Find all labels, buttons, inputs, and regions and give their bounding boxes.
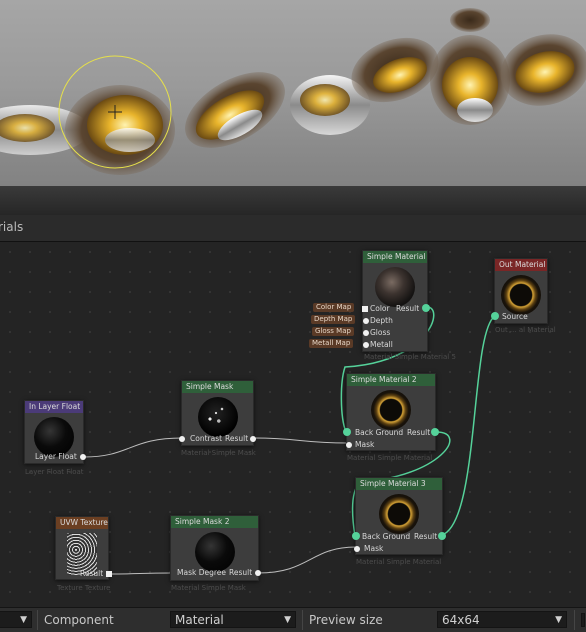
output-port-result[interactable] bbox=[431, 428, 439, 436]
chevron-down-icon: ▼ bbox=[20, 615, 27, 625]
toolbar-divider bbox=[302, 610, 303, 630]
node-simple-material[interactable]: Simple Material Color Result Depth Gloss… bbox=[362, 250, 430, 352]
input-port-background[interactable] bbox=[352, 532, 360, 540]
materials-panel-header[interactable]: rials bbox=[0, 215, 586, 242]
preview-size-label: Preview size bbox=[309, 613, 383, 627]
map-tag-depth[interactable]: Depth Map bbox=[311, 315, 356, 324]
wire-material3-to-out bbox=[441, 315, 496, 536]
port-label-result: Result bbox=[396, 304, 420, 313]
wire-mask-to-material2 bbox=[252, 437, 349, 444]
node-caption: Material Simple Mask bbox=[181, 449, 256, 457]
output-port-result[interactable] bbox=[106, 571, 112, 577]
node-graph-canvas[interactable]: Color Map Depth Map Gloss Map Metall Map… bbox=[0, 242, 586, 607]
output-port-result[interactable] bbox=[422, 304, 430, 312]
port-label-source: Source bbox=[502, 312, 528, 321]
chevron-down-icon: ▼ bbox=[555, 615, 562, 625]
viewport-divider bbox=[0, 186, 586, 215]
chevron-down-icon: ▼ bbox=[284, 615, 291, 625]
map-tag-color[interactable]: Color Map bbox=[313, 303, 355, 312]
node-caption: Material Simple Material bbox=[356, 558, 442, 566]
output-port-layer-float[interactable] bbox=[80, 454, 86, 460]
node-out-material[interactable]: Out Material Source bbox=[491, 258, 548, 324]
node-simple-mask-2[interactable]: Simple Mask 2 Mask Degree Result bbox=[170, 515, 261, 581]
component-label: Component bbox=[44, 613, 114, 627]
output-port-result[interactable] bbox=[250, 436, 256, 442]
panel-title: rials bbox=[0, 220, 24, 234]
map-tag-metall[interactable]: Metall Map bbox=[309, 339, 354, 348]
input-port-source[interactable] bbox=[491, 312, 499, 320]
left-dropdown[interactable]: ▼ bbox=[0, 611, 32, 628]
port-label-result: Result bbox=[229, 568, 253, 577]
node-caption: Out ... al Material bbox=[495, 326, 556, 334]
input-port-contrast[interactable] bbox=[179, 436, 185, 442]
port-label-result: Result bbox=[80, 569, 104, 578]
node-title: In Layer Float bbox=[25, 401, 83, 413]
port-label-metall: Metall bbox=[370, 340, 393, 349]
node-caption: Layer Float Float bbox=[25, 468, 84, 476]
material-preview bbox=[375, 267, 415, 307]
input-port-mask[interactable] bbox=[354, 546, 360, 552]
input-port-depth[interactable] bbox=[363, 318, 369, 324]
output-port-result[interactable] bbox=[255, 570, 261, 576]
node-simple-material-3[interactable]: Simple Material 3 Back Ground Result Mas… bbox=[352, 477, 446, 555]
port-label-mask: Mask bbox=[364, 544, 384, 553]
node-title: Simple Mask 2 bbox=[171, 516, 258, 528]
node-caption: Material Simple Material bbox=[347, 454, 433, 462]
node-simple-mask[interactable]: Simple Mask Contrast Result bbox=[179, 380, 256, 446]
component-value: Material bbox=[175, 613, 224, 627]
toolbar-divider bbox=[574, 610, 575, 630]
port-label-mask: Mask bbox=[355, 440, 375, 449]
node-caption: Texture Texture bbox=[57, 584, 111, 592]
viewport-3d[interactable] bbox=[0, 0, 586, 215]
node-title: Simple Mask bbox=[182, 381, 253, 393]
port-label-layer-float: Layer Float bbox=[35, 452, 77, 461]
material-preview bbox=[501, 275, 541, 315]
input-port-metall[interactable] bbox=[363, 342, 369, 348]
mask-preview bbox=[194, 532, 235, 572]
node-simple-material-2[interactable]: Simple Material 2 Back Ground Result Mas… bbox=[343, 373, 439, 451]
node-caption: Material Simple Mask bbox=[171, 584, 246, 592]
bottom-toolbar: ▼ Component Material ▼ Preview size 64x6… bbox=[0, 607, 586, 632]
port-label-color: Color bbox=[370, 304, 390, 313]
port-label-contrast: Contrast bbox=[190, 434, 223, 443]
input-port-gloss[interactable] bbox=[363, 330, 369, 336]
material-preview bbox=[379, 494, 419, 534]
port-label-mask-degree: Mask Degree bbox=[177, 568, 226, 577]
node-title: Simple Material bbox=[363, 251, 427, 263]
node-title: Simple Material 2 bbox=[347, 374, 435, 386]
port-label-depth: Depth bbox=[370, 316, 393, 325]
wire-mask2-to-material3 bbox=[257, 546, 357, 574]
port-label-result: Result bbox=[225, 434, 249, 443]
layer-preview bbox=[34, 417, 74, 457]
input-port-background[interactable] bbox=[343, 428, 351, 436]
toolbar-divider bbox=[37, 610, 38, 630]
node-title: Out Material bbox=[495, 259, 547, 271]
input-port-mask[interactable] bbox=[346, 442, 352, 448]
node-title: UVW Texture bbox=[56, 517, 108, 529]
material-preview bbox=[371, 390, 411, 430]
component-dropdown[interactable]: Material ▼ bbox=[170, 611, 296, 628]
overflow-control[interactable] bbox=[581, 613, 585, 627]
wire-layer-to-mask bbox=[83, 437, 183, 458]
port-label-gloss: Gloss bbox=[370, 328, 391, 337]
preview-size-dropdown[interactable]: 64x64 ▼ bbox=[437, 611, 567, 628]
input-port-color[interactable] bbox=[362, 306, 368, 312]
port-label-background: Back Ground bbox=[355, 428, 404, 437]
port-label-result: Result bbox=[414, 532, 438, 541]
node-title: Simple Material 3 bbox=[356, 478, 442, 490]
port-label-result: Result bbox=[407, 428, 431, 437]
preview-size-value: 64x64 bbox=[442, 613, 480, 627]
node-in-layer-float[interactable]: In Layer Float Layer Float bbox=[24, 400, 86, 464]
node-uvw-texture[interactable]: UVW Texture Result bbox=[55, 516, 112, 580]
wire-uvw-to-mask2 bbox=[108, 572, 173, 575]
node-caption: Material Simple Material 5 bbox=[364, 353, 456, 361]
map-tag-gloss[interactable]: Gloss Map bbox=[312, 327, 354, 336]
port-label-background: Back Ground bbox=[362, 532, 411, 541]
output-port-result[interactable] bbox=[438, 532, 446, 540]
mask-preview bbox=[197, 397, 238, 437]
brush-cursor[interactable] bbox=[0, 0, 586, 215]
